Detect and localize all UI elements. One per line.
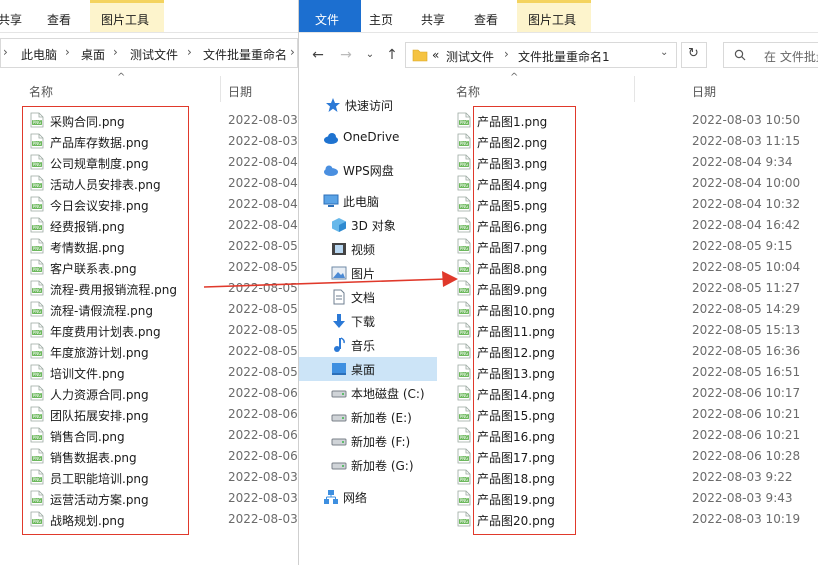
rename-arrow bbox=[203, 271, 458, 288]
arrow-line bbox=[203, 278, 447, 288]
arrow-head bbox=[442, 271, 458, 287]
